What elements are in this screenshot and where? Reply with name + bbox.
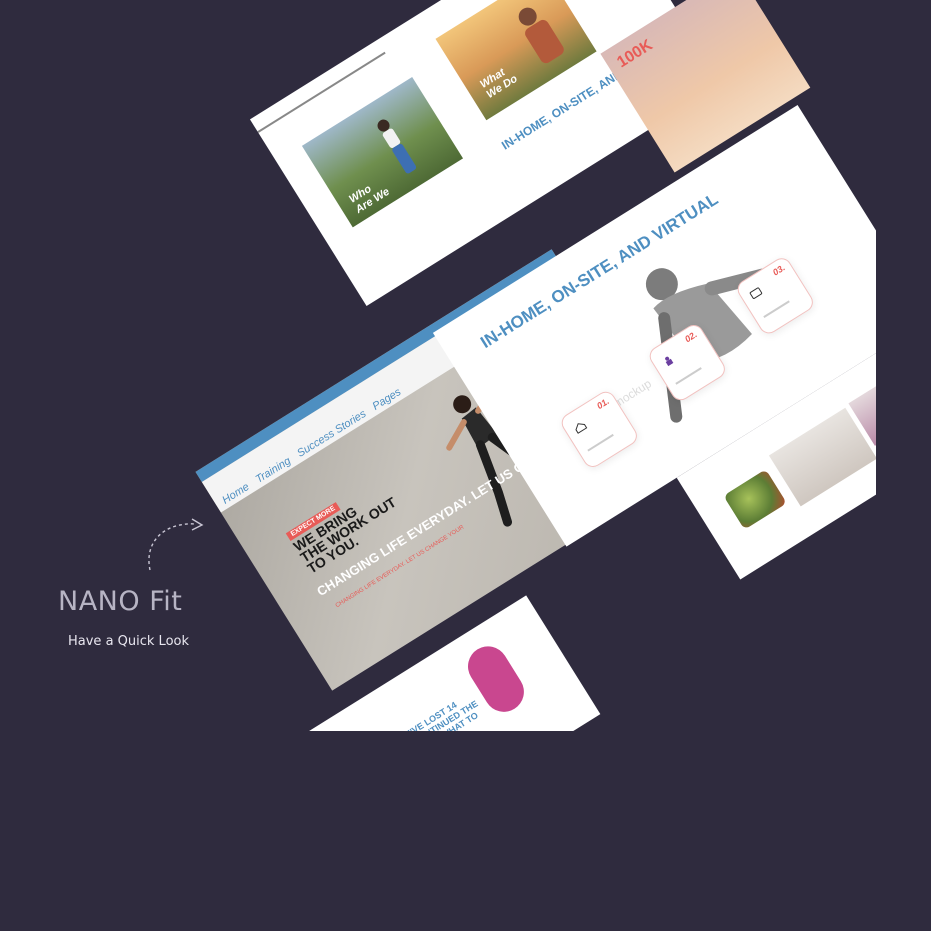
stat-value: 100K (614, 36, 656, 72)
trainer-icon (665, 356, 674, 367)
nav-pages[interactable]: Pages (370, 386, 403, 413)
text-line (763, 300, 790, 318)
virtual-icon (749, 287, 763, 299)
mockup-clip: Who Are We What We Do IN-HOME, ON-SITE, … (0, 0, 876, 731)
runner-woman-image (377, 119, 417, 174)
testimonial-quote: 14 POUNDS AND I'VE LOST 14 POUNDS. I HAV… (342, 690, 490, 731)
text-line (587, 433, 614, 452)
nav-success-stories[interactable]: Success Stories (295, 408, 368, 460)
nav-training[interactable]: Training (254, 455, 293, 486)
nav-home[interactable]: Home (220, 481, 251, 507)
home-icon (575, 423, 588, 434)
step-number: 03. (770, 262, 787, 278)
text-line (675, 367, 702, 385)
step-number: 02. (682, 329, 699, 345)
showcase-stage: NANO Fit Have a Quick Look Who Are We Wh… (0, 0, 931, 931)
who-photo: Who Are We (301, 77, 464, 228)
salad-image (723, 469, 787, 530)
step-number: 01. (594, 395, 611, 412)
